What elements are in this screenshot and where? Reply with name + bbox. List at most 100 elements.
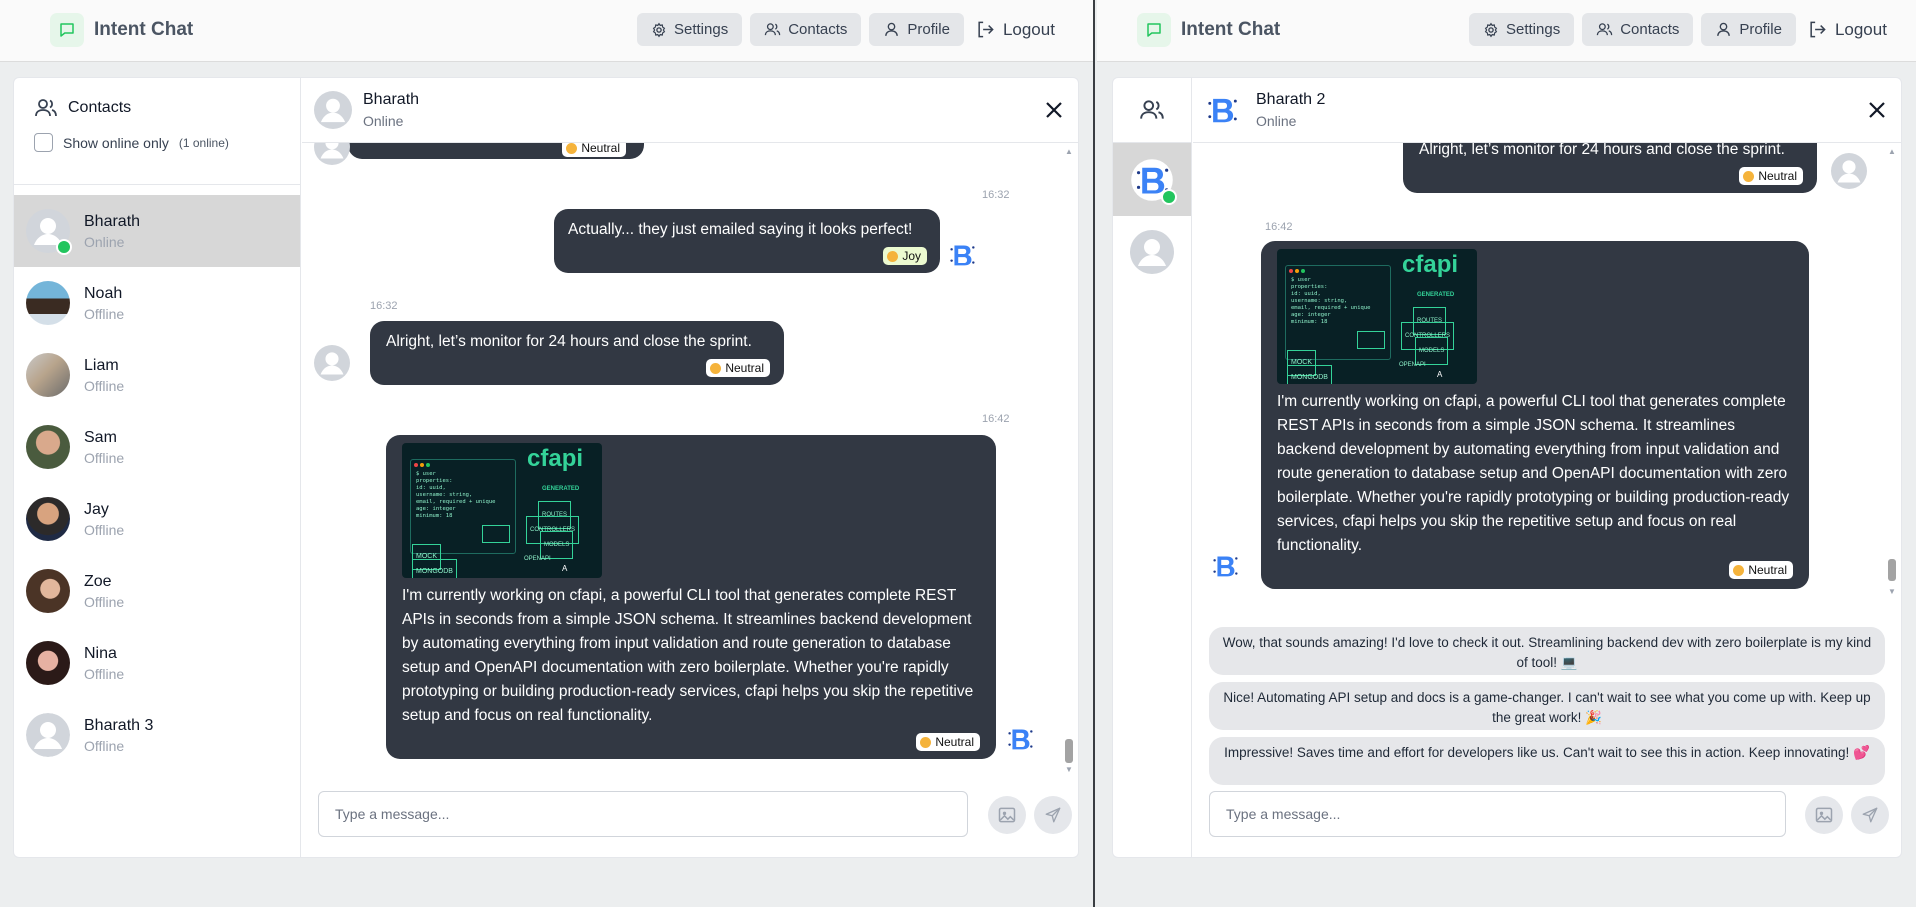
chat-contact-name: Bharath xyxy=(363,91,420,108)
avatar xyxy=(1002,721,1038,757)
chat-panel: Bharath Online Neutral 16:32 Actually...… xyxy=(302,78,1078,857)
app-title: Intent Chat xyxy=(94,19,194,40)
contact-item[interactable]: Nina Offline xyxy=(14,627,300,699)
close-icon[interactable] xyxy=(1865,98,1889,122)
contact-name: Noah xyxy=(84,284,123,302)
message-list[interactable]: Neutral 16:32 Actually... they just emai… xyxy=(302,143,1078,779)
image-brand: cfapi xyxy=(1402,251,1459,278)
people-icon xyxy=(1139,97,1165,123)
chat-card: Contacts Show online only (1 online) Bha… xyxy=(13,77,1079,858)
nav-menu: Settings Contacts Profile Logout xyxy=(1469,13,1891,46)
contact-item[interactable]: Noah Offline xyxy=(14,267,300,339)
message-text: I'm currently working on cfapi, a powerf… xyxy=(402,587,974,724)
scrollbar[interactable]: ▲ ▼ xyxy=(1064,147,1074,775)
brand[interactable]: Intent Chat xyxy=(50,13,193,47)
message-text: Actually... they just emailed saying it … xyxy=(568,221,913,238)
app-title: Intent Chat xyxy=(1181,19,1281,40)
message-time: 16:42 xyxy=(982,413,1010,425)
contact-status: Offline xyxy=(84,521,125,538)
contacts-toggle[interactable] xyxy=(1113,78,1191,143)
contact-item[interactable]: Zoe Offline xyxy=(14,555,300,627)
message-time: 16:32 xyxy=(370,300,398,312)
logout-icon xyxy=(976,20,995,39)
scrollbar[interactable]: ▲ ▼ xyxy=(1887,147,1897,599)
chat-card: Bharath 2 Online Alright, let’s monitor … xyxy=(1112,77,1902,858)
close-icon[interactable] xyxy=(1042,98,1066,122)
cfapi-image[interactable]: $ user properties: id: uuid, username: s… xyxy=(1277,249,1477,384)
attach-image-button[interactable] xyxy=(1805,796,1843,834)
settings-label: Settings xyxy=(674,21,729,38)
message-bubble: Alright, let’s monitor for 24 hours and … xyxy=(1403,143,1817,193)
online-only-label: Show online only xyxy=(63,134,169,151)
contact-item[interactable] xyxy=(1113,216,1191,288)
top-navbar: Intent Chat Settings Contacts Profile Lo… xyxy=(1097,0,1916,62)
chat-header: Bharath Online xyxy=(302,78,1078,143)
cfapi-image[interactable]: $ user properties: id: uuid, username: s… xyxy=(402,443,602,578)
contact-status: Offline xyxy=(84,737,125,754)
send-button[interactable] xyxy=(1034,796,1072,834)
left-app-window: Intent Chat Settings Contacts Profile Lo… xyxy=(0,0,1095,907)
contact-status: Offline xyxy=(84,377,125,394)
avatar xyxy=(314,143,350,165)
b-logo-icon xyxy=(1202,90,1242,130)
contacts-button[interactable]: Contacts xyxy=(1582,13,1694,46)
message-text: Alright, let’s monitor for 24 hours and … xyxy=(1419,143,1785,158)
contacts-sidebar-collapsed xyxy=(1113,78,1192,857)
brand[interactable]: Intent Chat xyxy=(1137,13,1280,47)
gear-icon xyxy=(651,22,667,38)
message-text: Alright, let’s monitor for 24 hours and … xyxy=(386,333,752,350)
avatar xyxy=(26,641,70,685)
people-icon xyxy=(34,96,58,120)
suggestion-chip[interactable]: Wow, that sounds amazing! I'd love to ch… xyxy=(1209,627,1885,675)
profile-button[interactable]: Profile xyxy=(1701,13,1796,46)
avatar xyxy=(26,497,70,541)
profile-button[interactable]: Profile xyxy=(869,13,964,46)
chat-contact-name: Bharath 2 xyxy=(1256,91,1326,108)
send-icon xyxy=(1861,806,1879,824)
message-time: 16:42 xyxy=(1265,221,1293,233)
profile-label: Profile xyxy=(907,21,950,38)
send-button[interactable] xyxy=(1851,796,1889,834)
message-list[interactable]: Alright, let’s monitor for 24 hours and … xyxy=(1193,143,1901,603)
image-brand: cfapi xyxy=(527,445,584,472)
attach-image-button[interactable] xyxy=(988,796,1026,834)
chat-panel: Bharath 2 Online Alright, let’s monitor … xyxy=(1193,78,1901,857)
nav-menu: Settings Contacts Profile Logout xyxy=(637,13,1059,46)
settings-button[interactable]: Settings xyxy=(637,13,743,46)
avatar xyxy=(1130,230,1174,274)
contact-item[interactable]: Sam Offline xyxy=(14,411,300,483)
b-logo-icon xyxy=(1003,722,1037,756)
logout-button[interactable]: Logout xyxy=(972,20,1059,40)
contact-status: Offline xyxy=(84,449,125,466)
contact-item[interactable]: Jay Offline xyxy=(14,483,300,555)
settings-label: Settings xyxy=(1506,21,1561,38)
avatar xyxy=(1207,548,1243,584)
contact-status: Online xyxy=(84,233,125,250)
message-input[interactable]: Type a message... xyxy=(318,791,968,837)
message-input[interactable]: Type a message... xyxy=(1209,791,1786,837)
message-composer: Type a message... xyxy=(302,775,1078,857)
avatar xyxy=(26,353,70,397)
contact-name: Jay xyxy=(84,500,109,518)
online-indicator xyxy=(1161,189,1177,205)
message-bubble: Alright, let’s monitor for 24 hours and … xyxy=(370,321,784,385)
contact-name: Bharath xyxy=(84,212,141,230)
contact-item[interactable]: Liam Offline xyxy=(14,339,300,411)
contacts-button[interactable]: Contacts xyxy=(750,13,862,46)
logout-label: Logout xyxy=(1834,19,1887,39)
mood-badge: Neutral xyxy=(706,359,770,377)
logout-button[interactable]: Logout xyxy=(1804,20,1891,40)
contact-item[interactable]: Bharath 3 Offline xyxy=(14,699,300,771)
b-logo-icon xyxy=(1208,549,1242,583)
online-only-checkbox[interactable] xyxy=(34,133,53,152)
mood-badge: Joy xyxy=(883,247,927,265)
avatar xyxy=(1831,153,1867,189)
person-icon xyxy=(883,21,900,38)
message-text: I'm currently working on cfapi, a powerf… xyxy=(1277,393,1790,554)
settings-button[interactable]: Settings xyxy=(1469,13,1575,46)
suggestion-chip[interactable]: Nice! Automating API setup and docs is a… xyxy=(1209,682,1885,730)
message-bubble: Actually... they just emailed saying it … xyxy=(554,209,940,273)
contact-item[interactable] xyxy=(1113,143,1191,216)
message-time: 16:32 xyxy=(982,189,1010,201)
contact-item[interactable]: Bharath Online xyxy=(14,195,300,267)
